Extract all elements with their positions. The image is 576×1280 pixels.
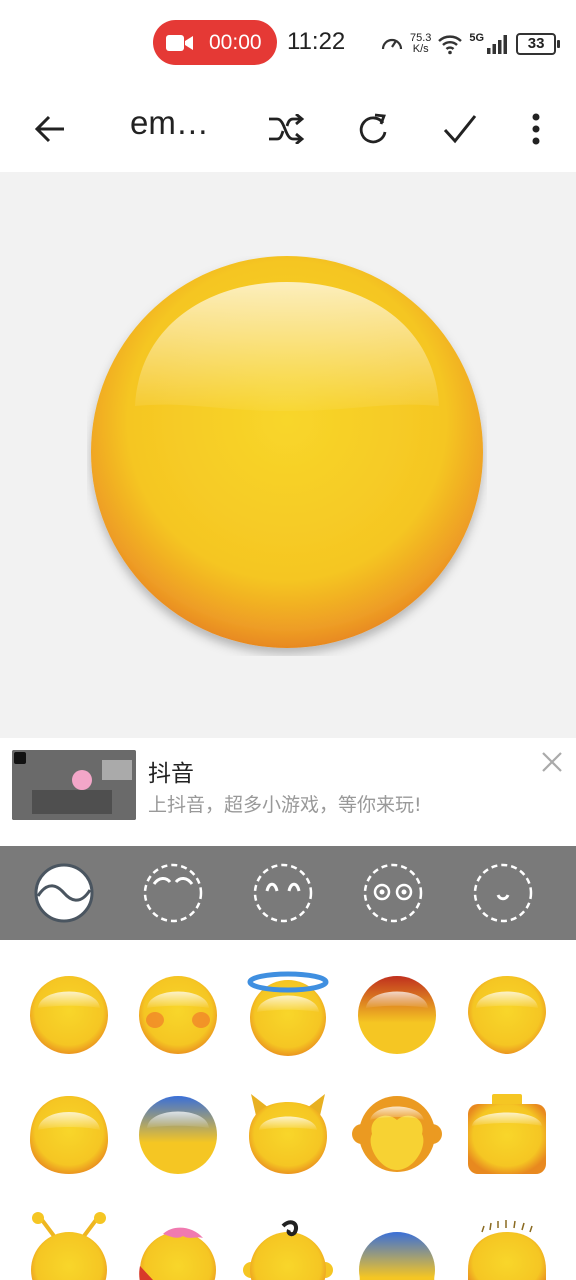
face-option-lego[interactable] xyxy=(462,1090,552,1180)
category-bar xyxy=(0,846,576,940)
more-options-button[interactable] xyxy=(509,102,563,156)
shuffle-button[interactable] xyxy=(259,102,313,156)
face-option-drop[interactable] xyxy=(462,970,552,1060)
face-option-blue-hair[interactable] xyxy=(352,1210,442,1280)
category-face-shape[interactable] xyxy=(33,862,95,924)
mouth-icon xyxy=(473,863,533,923)
face-option-antenna[interactable] xyxy=(24,1210,114,1280)
category-eyes-round[interactable] xyxy=(362,862,424,924)
face-option-blue-top[interactable] xyxy=(133,1090,223,1180)
screen-record-indicator[interactable]: 00:00 xyxy=(153,20,277,65)
face-option-halo[interactable] xyxy=(243,970,333,1060)
face-option-red-top[interactable] xyxy=(352,970,442,1060)
round-eyes-icon xyxy=(363,863,423,923)
face-option-monkey[interactable] xyxy=(352,1090,442,1180)
ad-image xyxy=(12,750,136,820)
page-title: em… xyxy=(130,104,209,141)
net-speed: 75.3 K/s xyxy=(410,33,431,55)
toolbar xyxy=(0,86,576,172)
face-option-wide[interactable] xyxy=(24,1090,114,1180)
eyebrows-icon xyxy=(143,863,203,923)
face-option-blush[interactable] xyxy=(133,970,223,1060)
check-icon xyxy=(443,115,477,144)
face-option-cat[interactable] xyxy=(243,1090,333,1180)
net-speed-unit: K/s xyxy=(412,43,429,55)
face-option-fuzzy[interactable] xyxy=(462,1210,552,1280)
network-type: 5G xyxy=(469,32,485,44)
ad-subtitle: 上抖音，超多小游戏，等你来玩! xyxy=(148,794,422,816)
category-eyes[interactable] xyxy=(252,862,314,924)
video-camera-icon xyxy=(166,34,193,51)
face-option-curl[interactable] xyxy=(243,1210,333,1280)
emoji-preview xyxy=(91,256,483,648)
back-button[interactable] xyxy=(23,102,77,156)
status-icons: 75.3 K/s 5G 33 xyxy=(380,24,561,64)
clock: 11:22 xyxy=(287,28,346,55)
face-option-pink-hair[interactable] xyxy=(133,1210,223,1280)
ad-banner[interactable]: 抖音 上抖音，超多小游戏，等你来玩! xyxy=(0,738,576,846)
more-vertical-icon xyxy=(532,113,540,145)
battery-icon: 33 xyxy=(516,33,561,55)
wifi-icon xyxy=(438,35,463,55)
speedometer-icon xyxy=(381,38,403,50)
status-bar: 00:00 11:22 75.3 K/s 5G 33 xyxy=(0,0,576,86)
eyes-icon xyxy=(253,863,313,923)
shuffle-icon xyxy=(269,114,305,144)
category-eyebrows[interactable] xyxy=(142,862,204,924)
signal-icon xyxy=(487,35,508,54)
record-time: 00:00 xyxy=(209,30,262,54)
ad-title: 抖音 xyxy=(148,761,194,787)
arrow-left-icon xyxy=(34,115,64,143)
face-shape-icon xyxy=(34,863,94,923)
reset-button[interactable] xyxy=(346,102,400,156)
face-option-plain[interactable] xyxy=(24,970,114,1060)
close-icon xyxy=(542,752,562,772)
face-options-grid xyxy=(0,940,576,1280)
ad-thumbnail[interactable] xyxy=(12,750,136,820)
confirm-button[interactable] xyxy=(433,102,487,156)
refresh-icon xyxy=(359,113,387,144)
category-mouth[interactable] xyxy=(472,862,534,924)
ad-close-button[interactable] xyxy=(538,748,568,778)
